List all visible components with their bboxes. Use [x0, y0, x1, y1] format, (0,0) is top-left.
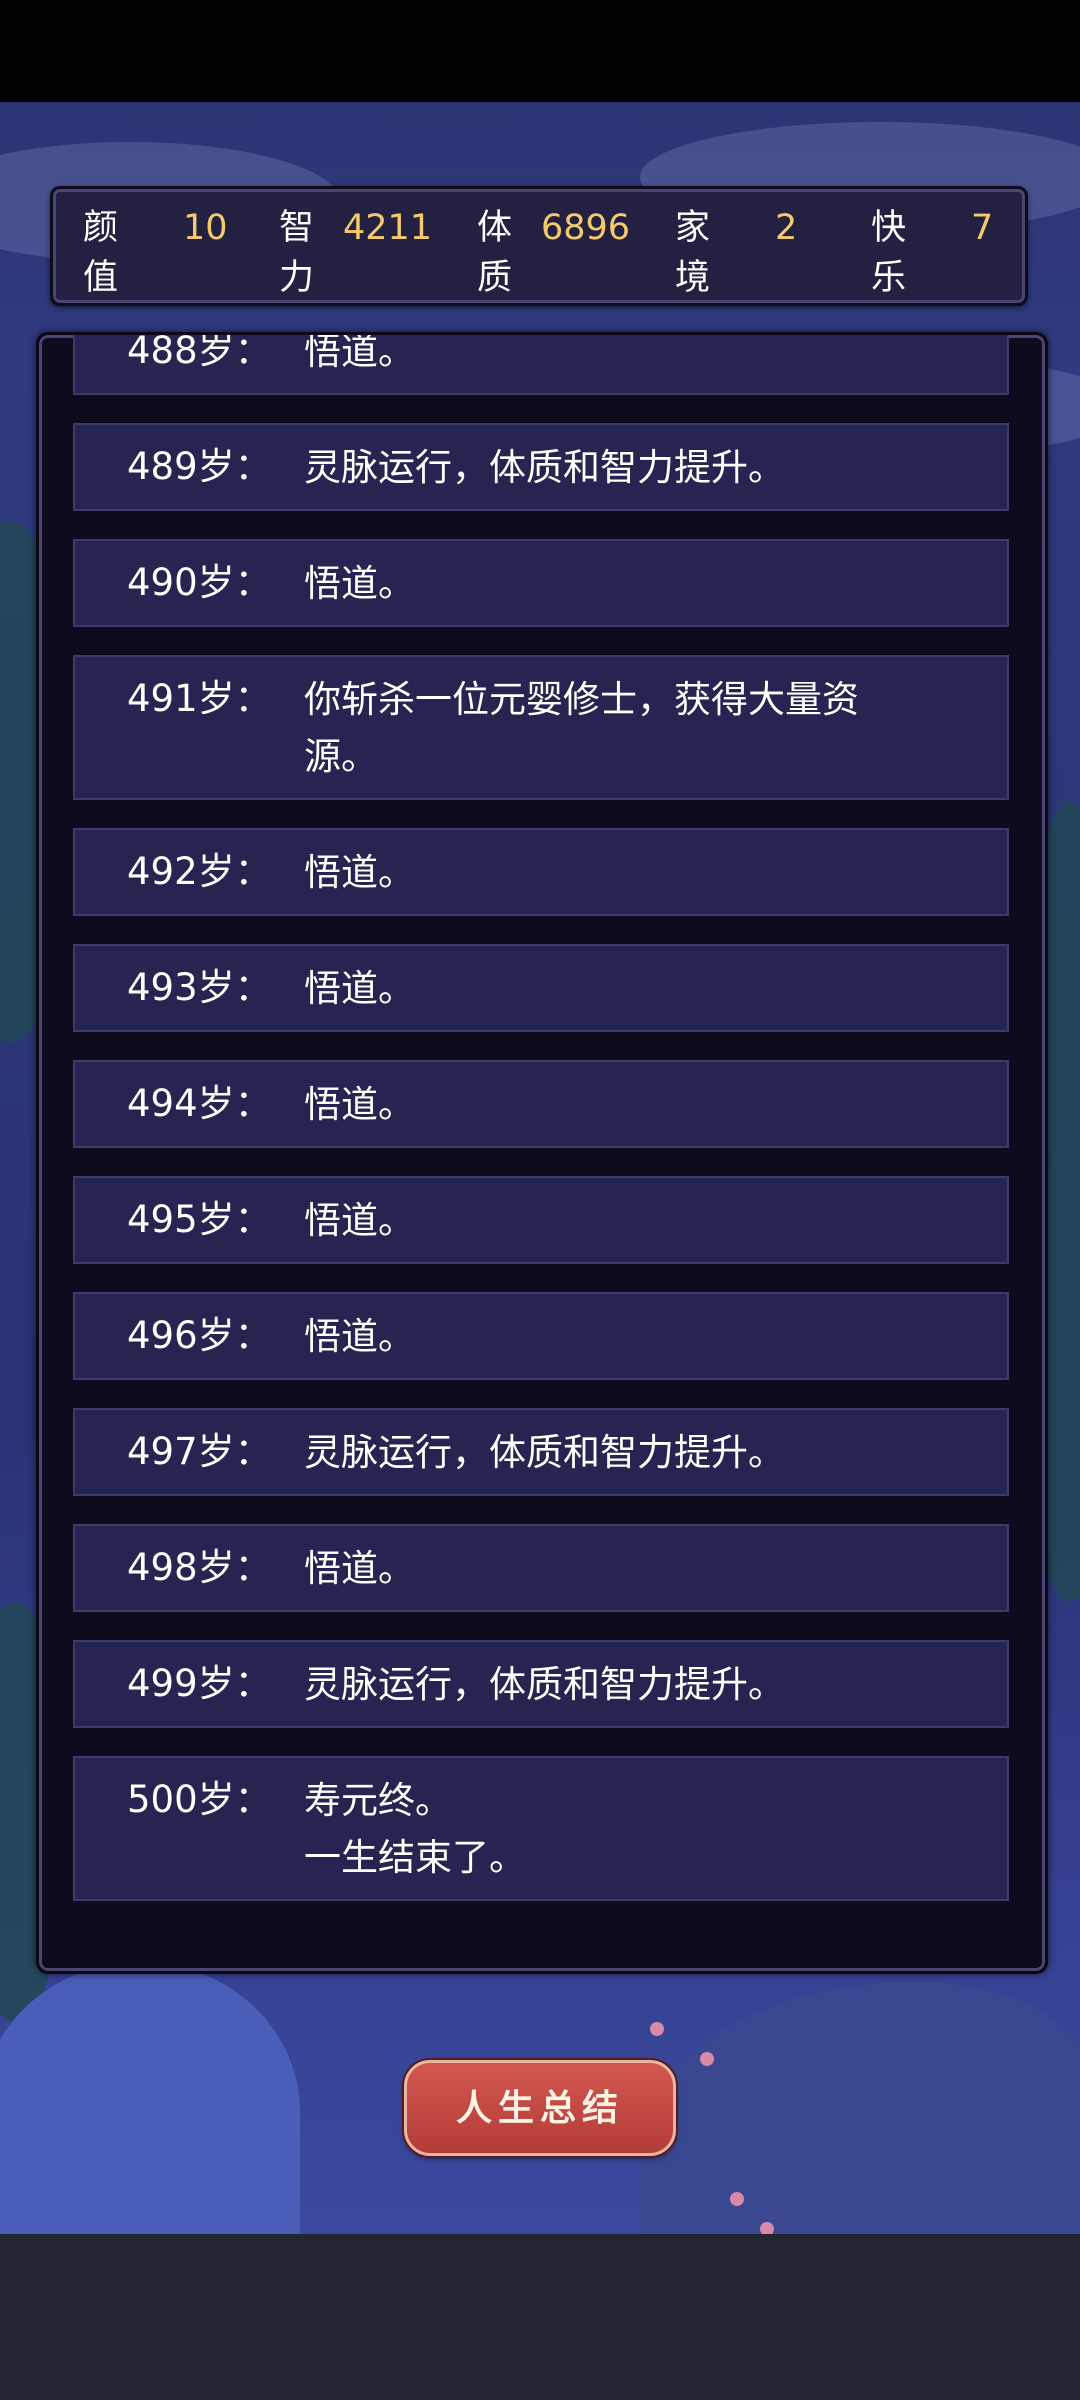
log-entry-age: 491岁： [127, 677, 272, 720]
log-entry-age: 493岁： [127, 966, 272, 1009]
log-entry-line: 源。 [304, 735, 378, 778]
log-entry-age: 498岁： [127, 1546, 272, 1589]
attribute-stats-bar: 颜值 10 智 力 4211 体 质 6896 家境 2 快乐 7 [50, 186, 1028, 306]
log-entry-line: 悟道。 [304, 562, 415, 605]
log-entry-text: 悟道。 [304, 1540, 967, 1597]
stat-label: 颜值 [83, 208, 119, 298]
log-entry-age: 496岁： [127, 1314, 272, 1357]
log-entry-text: 悟道。 [304, 332, 967, 380]
log-entry-line: 悟道。 [304, 1199, 415, 1242]
log-entry-line: 灵脉运行，体质和智力提升。 [304, 1663, 785, 1706]
log-entry-text: 灵脉运行，体质和智力提升。 [304, 1424, 967, 1481]
log-entry-line: 你斩杀一位元婴修士，获得大量资 [304, 678, 859, 721]
stat-label: 快乐 [871, 208, 907, 298]
log-entry: 490岁： 悟道。 [73, 539, 1009, 627]
life-log-panel[interactable]: 488岁： 悟道。 489岁： 灵脉运行，体质和智力提升。 490岁： 悟道。 491岁： 你… [36, 332, 1048, 1974]
log-entry-age: 500岁： [127, 1778, 272, 1821]
log-entry-line: 一生结束了。 [304, 1836, 526, 1879]
log-entry-line: 悟道。 [304, 1547, 415, 1590]
navigation-bar [0, 2234, 1080, 2400]
log-entry-age: 490岁： [127, 561, 272, 604]
log-entry: 496岁： 悟道。 [73, 1292, 1009, 1380]
log-entry-text: 悟道。 [304, 844, 967, 901]
log-entry-line: 寿元终。 [304, 1779, 452, 1822]
log-entry-text: 悟道。 [304, 555, 967, 612]
log-entry: 494岁： 悟道。 [73, 1060, 1009, 1148]
stat-label: 智 力 [279, 208, 315, 298]
log-entry-line: 悟道。 [304, 967, 415, 1010]
log-entry: 500岁： 寿元终。一生结束了。 [73, 1756, 1009, 1901]
log-entry: 497岁： 灵脉运行，体质和智力提升。 [73, 1408, 1009, 1496]
stat-label: 家境 [675, 208, 711, 298]
log-entry: 498岁： 悟道。 [73, 1524, 1009, 1612]
log-entry-line: 悟道。 [304, 332, 415, 373]
log-entry: 499岁： 灵脉运行，体质和智力提升。 [73, 1640, 1009, 1728]
status-bar [0, 0, 1080, 102]
stat-value: 2 [775, 208, 798, 248]
log-entry-text: 悟道。 [304, 960, 967, 1017]
log-entry-line: 灵脉运行，体质和智力提升。 [304, 446, 785, 489]
log-entry: 491岁： 你斩杀一位元婴修士，获得大量资 源。 [73, 655, 1009, 800]
stat-value: 6896 [541, 208, 631, 248]
stat-value: 4211 [343, 208, 433, 248]
log-entry-text: 悟道。 [304, 1076, 967, 1133]
log-entry-text: 寿元终。一生结束了。 [304, 1772, 967, 1886]
log-entry-line: 灵脉运行，体质和智力提升。 [304, 1431, 785, 1474]
log-entry: 488岁： 悟道。 [73, 332, 1009, 395]
log-entry: 489岁： 灵脉运行，体质和智力提升。 [73, 423, 1009, 511]
log-entry-text: 悟道。 [304, 1192, 967, 1249]
life-log-list: 488岁： 悟道。 489岁： 灵脉运行，体质和智力提升。 490岁： 悟道。 491岁： 你… [73, 332, 1009, 1929]
stat-label: 体 质 [477, 208, 513, 298]
log-entry-age: 499岁： [127, 1662, 272, 1705]
log-entry-line: 悟道。 [304, 851, 415, 894]
log-entry-age: 489岁： [127, 445, 272, 488]
stat-value: 7 [971, 208, 994, 248]
log-entry: 492岁： 悟道。 [73, 828, 1009, 916]
log-entry-text: 你斩杀一位元婴修士，获得大量资 源。 [304, 671, 967, 785]
log-entry: 495岁： 悟道。 [73, 1176, 1009, 1264]
log-entry-age: 488岁： [127, 332, 272, 372]
log-entry-text: 灵脉运行，体质和智力提升。 [304, 1656, 967, 1713]
log-entry-age: 497岁： [127, 1430, 272, 1473]
log-entry-age: 494岁： [127, 1082, 272, 1125]
log-entry-text: 灵脉运行，体质和智力提升。 [304, 439, 967, 496]
log-entry: 493岁： 悟道。 [73, 944, 1009, 1032]
stat-value: 10 [183, 208, 228, 248]
log-entry-age: 492岁： [127, 850, 272, 893]
log-entry-age: 495岁： [127, 1198, 272, 1241]
log-entry-text: 悟道。 [304, 1308, 967, 1365]
log-entry-line: 悟道。 [304, 1083, 415, 1126]
log-entry-line: 悟道。 [304, 1315, 415, 1358]
life-summary-button[interactable]: 人生总结 [404, 2060, 676, 2156]
